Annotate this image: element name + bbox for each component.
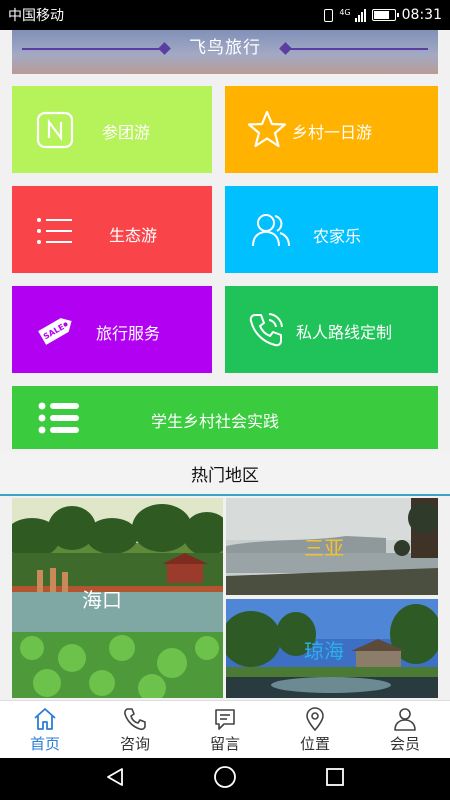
banner-diamond-left [158, 42, 171, 55]
tile-student-practice[interactable]: 学生乡村社会实践 [12, 386, 438, 449]
section-title: 热门地区 [191, 465, 259, 486]
tile-label: 旅行服务 [96, 324, 161, 343]
tile-label: 生态游 [109, 226, 158, 245]
status-indicators: 4G 08:31 [324, 7, 442, 23]
tab-label: 留言 [209, 735, 240, 753]
tab-messages[interactable]: 留言 [180, 701, 270, 758]
tile-label: 农家乐 [313, 227, 362, 246]
tile-label: 参团游 [102, 123, 151, 142]
phone-icon [122, 705, 148, 733]
tab-label: 咨询 [119, 735, 150, 753]
tile-travel-service[interactable]: SALE 旅行服务 [12, 286, 212, 373]
status-bar: 中国移动 4G 08:31 [0, 0, 450, 30]
tile-label: 学生乡村社会实践 [151, 412, 280, 431]
tab-member[interactable]: 会员 [360, 701, 450, 758]
tab-label: 会员 [389, 735, 420, 753]
app-title: 飞鸟旅行 [189, 37, 261, 58]
n-square-icon [36, 111, 74, 149]
region-label: 三亚 [304, 536, 344, 560]
tile-group-tour[interactable]: 参团游 [12, 86, 212, 173]
banner-line-left [22, 48, 162, 50]
list-icon [36, 216, 74, 246]
region-label: 海口 [82, 588, 122, 612]
tile-village-day-tour[interactable]: 乡村一日游 [225, 86, 438, 173]
region-sanya-card[interactable]: 三亚 [226, 498, 438, 595]
tile-label: 乡村一日游 [292, 123, 373, 142]
user-icon [392, 705, 418, 733]
bullet-list-icon [38, 402, 80, 434]
sale-tag-icon: SALE [34, 310, 78, 350]
network-type-label: 4G [339, 8, 351, 17]
region-label: 琼海 [304, 639, 344, 663]
tile-eco-tour[interactable]: 生态游 [12, 186, 212, 273]
region-haikou-card[interactable]: 海口 [12, 498, 223, 698]
battery-icon [371, 9, 399, 21]
tab-label: 位置 [299, 735, 330, 753]
tile-farm-stay[interactable]: 农家乐 [225, 186, 438, 273]
system-nav-bar [0, 758, 450, 800]
tab-location[interactable]: 位置 [270, 701, 360, 758]
location-pin-icon [302, 705, 328, 733]
tab-home[interactable]: 首页 [0, 701, 90, 758]
vibrate-icon [324, 8, 334, 22]
star-icon [247, 109, 287, 149]
message-icon [212, 705, 238, 733]
hot-regions-header: 热门地区 [0, 452, 450, 496]
region-qionghai-card[interactable]: 琼海 [226, 599, 438, 698]
banner-line-right [288, 48, 428, 50]
signal-icon [354, 8, 366, 22]
users-icon [251, 212, 291, 248]
back-icon[interactable] [104, 766, 126, 792]
clock-label: 08:31 [401, 7, 442, 23]
tile-custom-route[interactable]: 私人路线定制 [225, 286, 438, 373]
home-icon [32, 705, 58, 733]
app-banner: 飞鸟旅行 [12, 30, 438, 74]
tile-label: 私人路线定制 [296, 323, 393, 342]
bottom-tab-bar: 首页 咨询 留言 位置 会员 [0, 700, 450, 758]
home-circle-icon[interactable] [213, 765, 237, 793]
tab-consult[interactable]: 咨询 [90, 701, 180, 758]
carrier-label: 中国移动 [8, 8, 64, 24]
recents-icon[interactable] [324, 766, 346, 792]
tab-label: 首页 [29, 735, 60, 753]
phone-icon [247, 311, 285, 349]
